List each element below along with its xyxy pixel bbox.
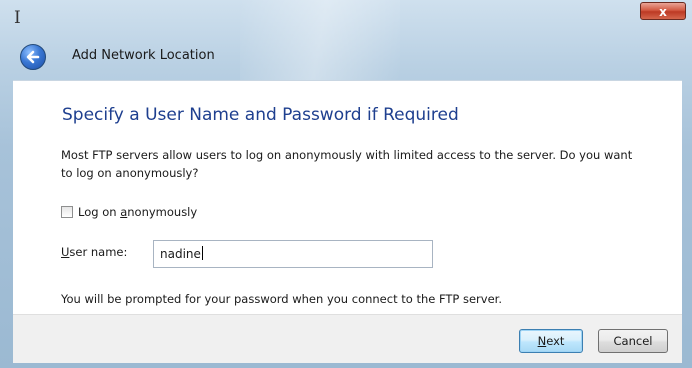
anonymous-checkbox-label[interactable]: Log on anonymously (78, 205, 197, 219)
button-bar: Next Cancel (13, 314, 682, 363)
text-cursor-icon: I (14, 8, 21, 28)
dialog-window: I x Add Network Location Specify a User … (0, 0, 692, 368)
back-arrow-icon (26, 50, 40, 64)
next-button[interactable]: Next (519, 329, 583, 353)
next-label-post: ext (546, 334, 565, 348)
window-title: Add Network Location (72, 48, 215, 63)
anonymous-checkbox[interactable] (61, 206, 73, 218)
intro-line-2: to log on anonymously? (61, 166, 199, 180)
checkbox-label-pre: Log on (78, 205, 121, 219)
password-note: You will be prompted for your password w… (61, 292, 502, 306)
cancel-button[interactable]: Cancel (598, 329, 668, 353)
intro-line-1: Most FTP servers allow users to log on a… (61, 148, 633, 162)
username-input[interactable]: nadine (153, 240, 433, 268)
next-label-accel: N (537, 334, 547, 348)
text-caret (201, 246, 203, 260)
username-label-post: ser name: (69, 245, 128, 259)
intro-text: Most FTP servers allow users to log on a… (61, 146, 661, 182)
back-button[interactable] (20, 44, 46, 70)
checkbox-label-post: nonymously (127, 205, 198, 219)
username-label: User name: (61, 245, 127, 259)
content-panel: Specify a User Name and Password if Requ… (13, 80, 682, 315)
page-heading: Specify a User Name and Password if Requ… (62, 105, 459, 125)
glass-highlight (240, 0, 400, 80)
close-button[interactable]: x (640, 2, 686, 20)
username-value: nadine (160, 247, 201, 261)
